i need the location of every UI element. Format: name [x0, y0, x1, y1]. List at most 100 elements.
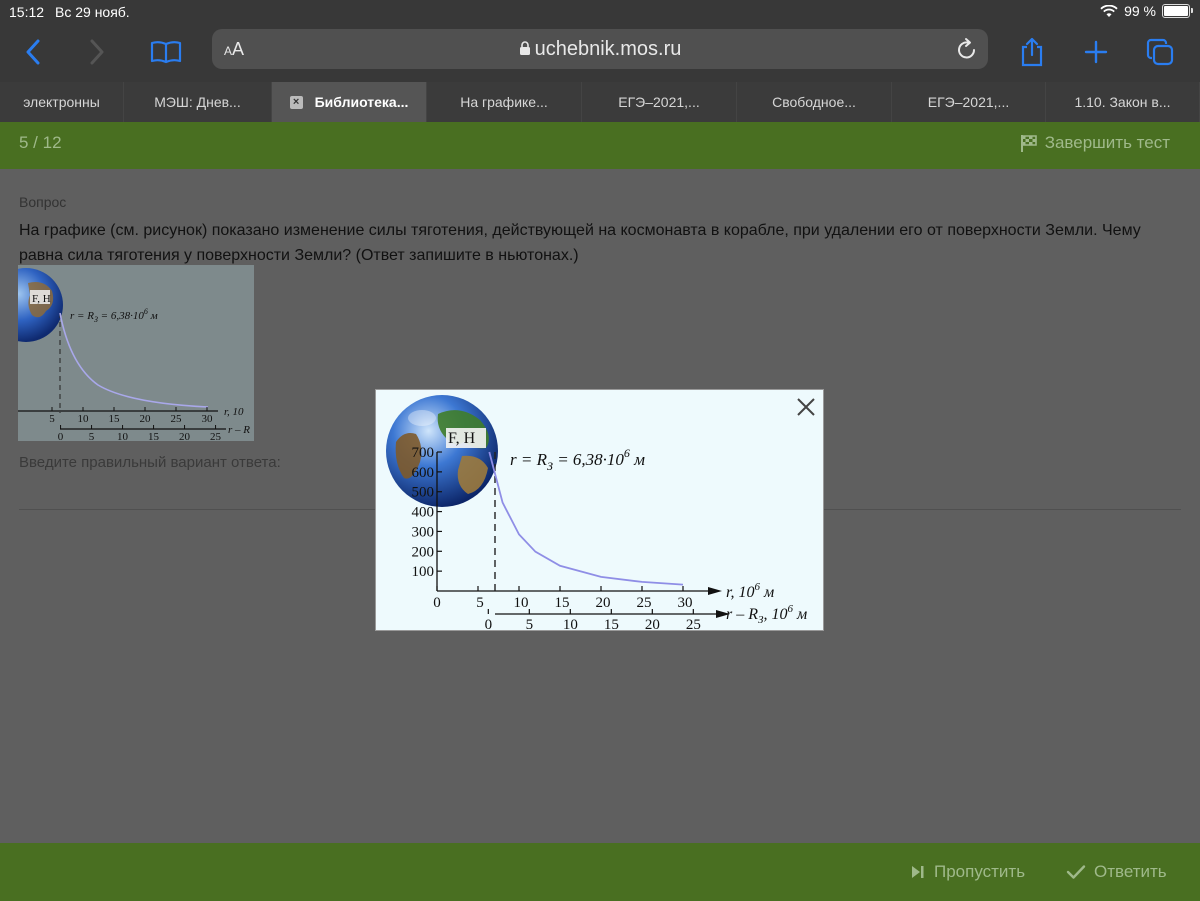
earth-globe-image: [386, 395, 498, 507]
url-text: uchebnik.mos.ru: [534, 38, 682, 60]
x2-axis-label: r – RЗ, 106 м: [726, 603, 807, 626]
answer-prompt: Введите правильный вариант ответа:: [19, 454, 281, 471]
tab-2[interactable]: МЭШ: Днев...: [124, 82, 272, 122]
answer-label: Ответить: [1094, 862, 1167, 881]
figure-modal: F, Н 700 600 500 400 300 200 100 0 5 10 15 20 25 30 …: [375, 389, 824, 631]
x2-tick-label: 0: [485, 617, 493, 631]
url-display: uchebnik.mos.ru: [212, 38, 988, 61]
y-tick-label: 600: [412, 465, 435, 481]
thumb-x-label: r, 10: [224, 406, 244, 418]
x2-tick-label: 20: [645, 617, 660, 631]
y-tick-label: 400: [412, 505, 435, 521]
thumb-x2-tick-label: 25: [210, 431, 222, 441]
status-date: Вс 29 нояб.: [55, 4, 130, 20]
bookmarks-button[interactable]: [148, 34, 184, 70]
x2-tick-label: 25: [686, 617, 701, 631]
tab-label: электронны: [23, 94, 100, 110]
surface-annotation: r = RЗ = 6,38·106 м: [510, 446, 645, 473]
thumb-x2-tick-label: 20: [179, 431, 191, 441]
thumb-x-tick-label: 5: [49, 413, 55, 425]
browser-toolbar: AA uchebnik.mos.ru: [0, 24, 1200, 82]
x-tick-label: 10: [514, 595, 529, 611]
plus-icon: [1084, 40, 1108, 64]
tab-label: ЕГЭ–2021,...: [618, 94, 700, 110]
thumb-ticks: 5 10 15 20 25 300 5 10 15 20 25: [49, 407, 222, 441]
finish-test-button[interactable]: Завершить тест: [1019, 133, 1170, 153]
thumb-annotation: r = RЗ = 6,38·106 м: [70, 307, 158, 324]
thumb-x2-tick-label: 5: [89, 431, 95, 441]
question-counter: 5 / 12: [19, 133, 62, 152]
thumb-x2-tick-label: 10: [117, 431, 129, 441]
x-tick-label: 5: [476, 595, 484, 611]
status-time: 15:12: [9, 4, 45, 20]
tab-7[interactable]: ЕГЭ–2021,...: [892, 82, 1046, 122]
tab-strip: электронны МЭШ: Днев... × Библиотека... Н…: [0, 82, 1200, 122]
thumbnail-svg: F, Н r = RЗ = 6,38·106 м r, 10 r – R 5 10…: [18, 268, 250, 441]
tab-1[interactable]: электронны: [0, 82, 124, 122]
thumb-x-tick-label: 30: [202, 413, 214, 425]
tab-6[interactable]: Свободное...: [737, 82, 892, 122]
answer-button[interactable]: Ответить: [1066, 862, 1167, 882]
thumb-x2-tick-label: 0: [58, 431, 64, 441]
tab-3-active[interactable]: × Библиотека...: [272, 82, 427, 122]
thumb-x-tick-label: 15: [109, 413, 121, 425]
tab-4[interactable]: На графике...: [427, 82, 582, 122]
tab-label: На графике...: [460, 94, 548, 110]
test-footer: Пропустить Ответить: [0, 843, 1200, 901]
thumb-curve: [59, 312, 209, 408]
tab-8[interactable]: 1.10. Закон в...: [1046, 82, 1200, 122]
tab-label: 1.10. Закон в...: [1074, 94, 1171, 110]
forward-button[interactable]: [82, 34, 112, 70]
status-right: 99 %: [1100, 3, 1193, 19]
wifi-icon: [1100, 4, 1118, 17]
thumb-x2-tick-label: 15: [148, 431, 160, 441]
x2-tick-label: 10: [563, 617, 578, 631]
question-label: Вопрос: [19, 194, 67, 210]
new-tab-button[interactable]: [1080, 34, 1112, 70]
tab-label: Свободное...: [772, 94, 856, 110]
thumb-y-label: F, Н: [32, 293, 51, 305]
x-tick-label: 15: [555, 595, 570, 611]
battery-percent: 99 %: [1124, 3, 1156, 19]
status-bar: 15:12 Вс 29 нояб. 99 %: [0, 0, 1200, 24]
x-axis-label: r, 106 м: [726, 581, 774, 601]
tabs-overview-button[interactable]: [1143, 34, 1177, 70]
skip-button[interactable]: Пропустить: [910, 862, 1025, 882]
tabs-icon: [1146, 38, 1174, 66]
lock-icon: [519, 41, 530, 55]
back-button[interactable]: [18, 34, 48, 70]
address-bar[interactable]: AA uchebnik.mos.ru: [212, 29, 988, 69]
thumb-x-tick-label: 25: [171, 413, 183, 425]
tab-label: МЭШ: Днев...: [154, 94, 241, 110]
share-icon: [1021, 37, 1043, 67]
skip-icon: [912, 866, 924, 878]
finish-test-label: Завершить тест: [1044, 133, 1170, 152]
reload-icon[interactable]: [956, 37, 978, 61]
x-axis-arrow: [708, 587, 722, 595]
tab-5[interactable]: ЕГЭ–2021,...: [582, 82, 737, 122]
skip-label: Пропустить: [934, 862, 1026, 881]
x-tick-label: 0: [433, 595, 441, 611]
x-ticks: 0 5 10 15 20 25 30: [433, 586, 693, 611]
y-tick-label: 500: [412, 485, 435, 501]
chevron-left-icon: [26, 39, 40, 65]
thumb-x-tick-label: 20: [140, 413, 152, 425]
close-icon[interactable]: [795, 396, 817, 418]
y-tick-label: 300: [412, 524, 435, 540]
y-tick-label: 700: [412, 445, 435, 461]
x-tick-label: 25: [637, 595, 652, 611]
tab-label: ЕГЭ–2021,...: [927, 94, 1010, 110]
y-tick-label: 100: [412, 564, 435, 580]
x2-tick-label: 5: [526, 617, 534, 631]
x2-ticks: 0 5 10 15 20 25: [485, 609, 701, 631]
close-tab-icon[interactable]: ×: [289, 95, 303, 109]
figure-thumbnail[interactable]: F, Н r = RЗ = 6,38·106 м r, 10 r – R 5 10…: [18, 265, 254, 441]
x2-tick-label: 15: [604, 617, 619, 631]
x-tick-label: 30: [678, 595, 693, 611]
y-tick-label: 200: [412, 544, 435, 560]
flag-icon: [1020, 135, 1037, 152]
test-header: 5 / 12 Завершить тест: [0, 122, 1200, 169]
share-button[interactable]: [1016, 34, 1048, 70]
book-icon: [150, 41, 182, 64]
gravity-curve: [488, 451, 684, 586]
